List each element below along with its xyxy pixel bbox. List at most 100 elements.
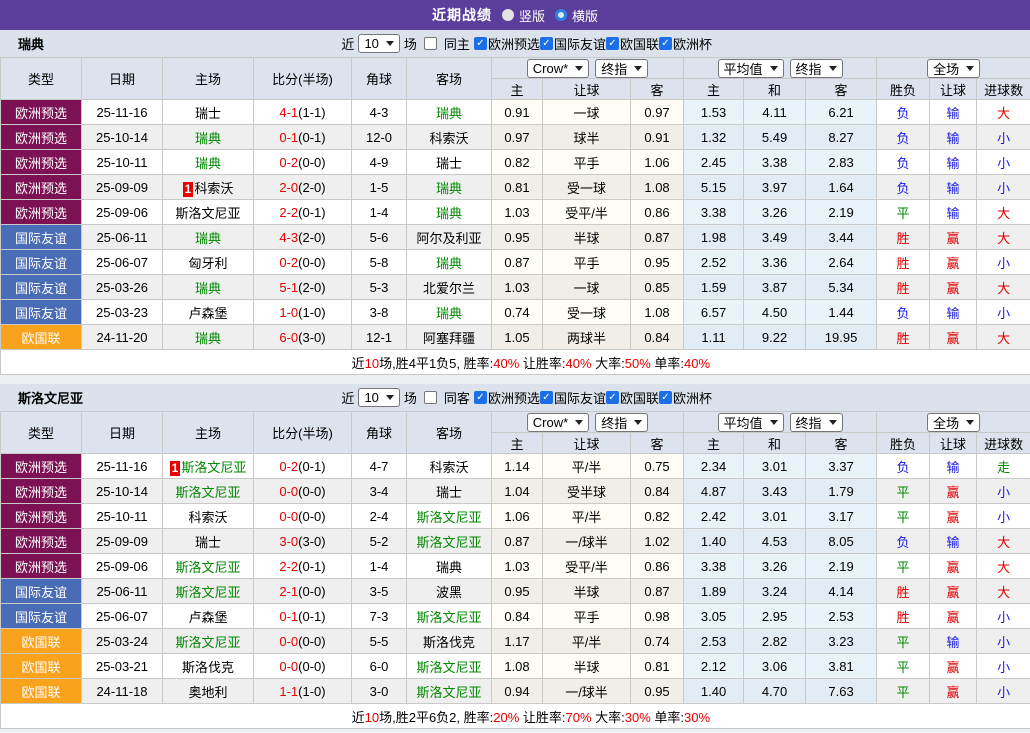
section-filter-bar: 斯洛文尼亚 近 10 场 同客 ✓欧洲预选✓国际友谊✓欧国联✓欧洲杯 [0,384,1030,411]
corner-cell: 3-4 [352,479,407,504]
score-cell: 5-1(2-0) [254,275,352,300]
final-odds-select[interactable]: 终指 [595,413,648,432]
score-cell: 1-1(1-0) [254,679,352,704]
full-match-select[interactable]: 全场 [927,413,980,432]
league-filter: ✓欧洲杯 [659,388,712,407]
radio-unselected-icon[interactable] [502,9,514,21]
summary-stat-value: 10 [365,710,379,725]
league-checkbox[interactable]: ✓ [659,391,672,404]
score-cell: 0-0(0-0) [254,654,352,679]
final-odds-select[interactable]: 终指 [595,59,648,78]
league-type-cell: 欧洲预选 [1,175,82,200]
team-section: 斯洛文尼亚 近 10 场 同客 ✓欧洲预选✓国际友谊✓欧国联✓欧洲杯 类型 日期 [0,384,1030,729]
league-checkbox[interactable]: ✓ [474,391,487,404]
chevron-down-icon [770,66,778,71]
avg-draw-odds-cell: 3.26 [744,554,806,579]
corner-cell: 1-4 [352,554,407,579]
same-venue-checkbox[interactable] [424,37,437,50]
team-name: 瑞典 [436,106,462,121]
avg-away-odds-cell: 3.23 [806,629,877,654]
league-checkbox[interactable]: ✓ [540,391,553,404]
match-row: 国际友谊25-06-11瑞典4-3(2-0)5-6阿尔及利亚0.95半球0.87… [1,225,1030,250]
league-filter: ✓国际友谊 [540,34,606,53]
average-value: 平均值 [724,413,763,432]
vertical-layout-radio[interactable]: 竖版 [502,6,545,25]
corner-cell: 3-5 [352,579,407,604]
chevron-down-icon [966,66,974,71]
wdl-result-cell: 负 [877,300,930,325]
handicap-odds-group: Crow* 终指 [492,412,684,433]
chevron-down-icon [829,66,837,71]
full-match-value: 全场 [933,59,959,78]
horizontal-layout-radio[interactable]: 横版 [555,6,598,25]
bookmaker-select[interactable]: Crow* [527,59,589,78]
team-name: 阿塞拜疆 [423,331,475,346]
match-date-cell: 25-03-21 [82,654,163,679]
final-odds-select-2[interactable]: 终指 [790,413,843,432]
team-name: 斯洛文尼亚 [416,610,481,625]
summary-stat-value: 70% [566,710,592,725]
league-checkbox[interactable]: ✓ [540,37,553,50]
league-filter: ✓欧国联 [606,388,659,407]
handicap-result-cell: 输 [930,300,977,325]
half-time-score: (1-1) [298,105,325,120]
handicap-away-odds-cell: 0.81 [631,654,684,679]
league-label: 欧国联 [620,388,659,407]
match-count-select[interactable]: 10 [358,388,399,407]
team-name: 斯洛文尼亚 [181,460,246,475]
wdl-result-cell: 胜 [877,250,930,275]
match-row: 欧洲预选25-09-09瑞士3-0(3-0)5-2斯洛文尼亚0.87一/球半1.… [1,529,1030,554]
handicap-home-odds-cell: 0.91 [492,100,543,125]
avg-home-odds-cell: 1.98 [684,225,744,250]
match-date-cell: 25-06-11 [82,225,163,250]
handicap-result-cell: 赢 [930,554,977,579]
avg-draw-odds-cell: 2.82 [744,629,806,654]
final-odds-value: 终指 [601,59,627,78]
league-checkbox[interactable]: ✓ [474,37,487,50]
wdl-result-cell: 胜 [877,579,930,604]
full-match-select[interactable]: 全场 [927,59,980,78]
average-select[interactable]: 平均值 [718,59,784,78]
summary-stat-value: 40% [493,356,519,371]
half-time-score: (0-0) [298,155,325,170]
match-count-select[interactable]: 10 [358,34,399,53]
radio-selected-icon[interactable] [555,9,567,21]
league-checkbox[interactable]: ✓ [659,37,672,50]
league-checkbox[interactable]: ✓ [606,37,619,50]
handicap-line-cell: 一球 [543,100,631,125]
full-time-score: 6-0 [279,330,298,345]
handicap-home-odds-cell: 1.05 [492,325,543,350]
avg-draw-odds-cell: 3.43 [744,479,806,504]
match-row: 国际友谊25-06-07卢森堡0-1(0-1)7-3斯洛文尼亚0.84平手0.9… [1,604,1030,629]
handicap-home-odds-cell: 0.87 [492,529,543,554]
corner-cell: 7-3 [352,604,407,629]
handicap-line-cell: 一/球半 [543,679,631,704]
goals-result-cell: 小 [977,300,1030,325]
handicap-away-odds-cell: 0.84 [631,479,684,504]
league-type-cell: 欧国联 [1,325,82,350]
bookmaker-select[interactable]: Crow* [527,413,589,432]
league-type-cell: 国际友谊 [1,250,82,275]
handicap-result-cell: 赢 [930,579,977,604]
full-time-score: 4-3 [279,230,298,245]
goals-result-cell: 大 [977,100,1030,125]
wdl-result-cell: 负 [877,454,930,479]
full-time-score: 1-1 [279,684,298,699]
final-odds-select-2[interactable]: 终指 [790,59,843,78]
avg-away-odds-cell: 19.95 [806,325,877,350]
team-name: 斯洛文尼亚 [175,206,240,221]
score-cell: 0-2(0-0) [254,250,352,275]
same-venue-checkbox[interactable] [424,391,437,404]
league-type-cell: 欧国联 [1,654,82,679]
team-name: 瑞典 [195,131,221,146]
handicap-line-cell: 平/半 [543,504,631,529]
handicap-result-cell: 赢 [930,225,977,250]
handicap-away-odds-cell: 0.95 [631,250,684,275]
team-name: 瑞士 [436,156,462,171]
average-select[interactable]: 平均值 [718,413,784,432]
home-team-cell: 瑞典 [163,275,254,300]
goals-result-cell: 大 [977,325,1030,350]
handicap-home-odds-cell: 1.03 [492,200,543,225]
col-date: 日期 [82,412,163,454]
league-checkbox[interactable]: ✓ [606,391,619,404]
